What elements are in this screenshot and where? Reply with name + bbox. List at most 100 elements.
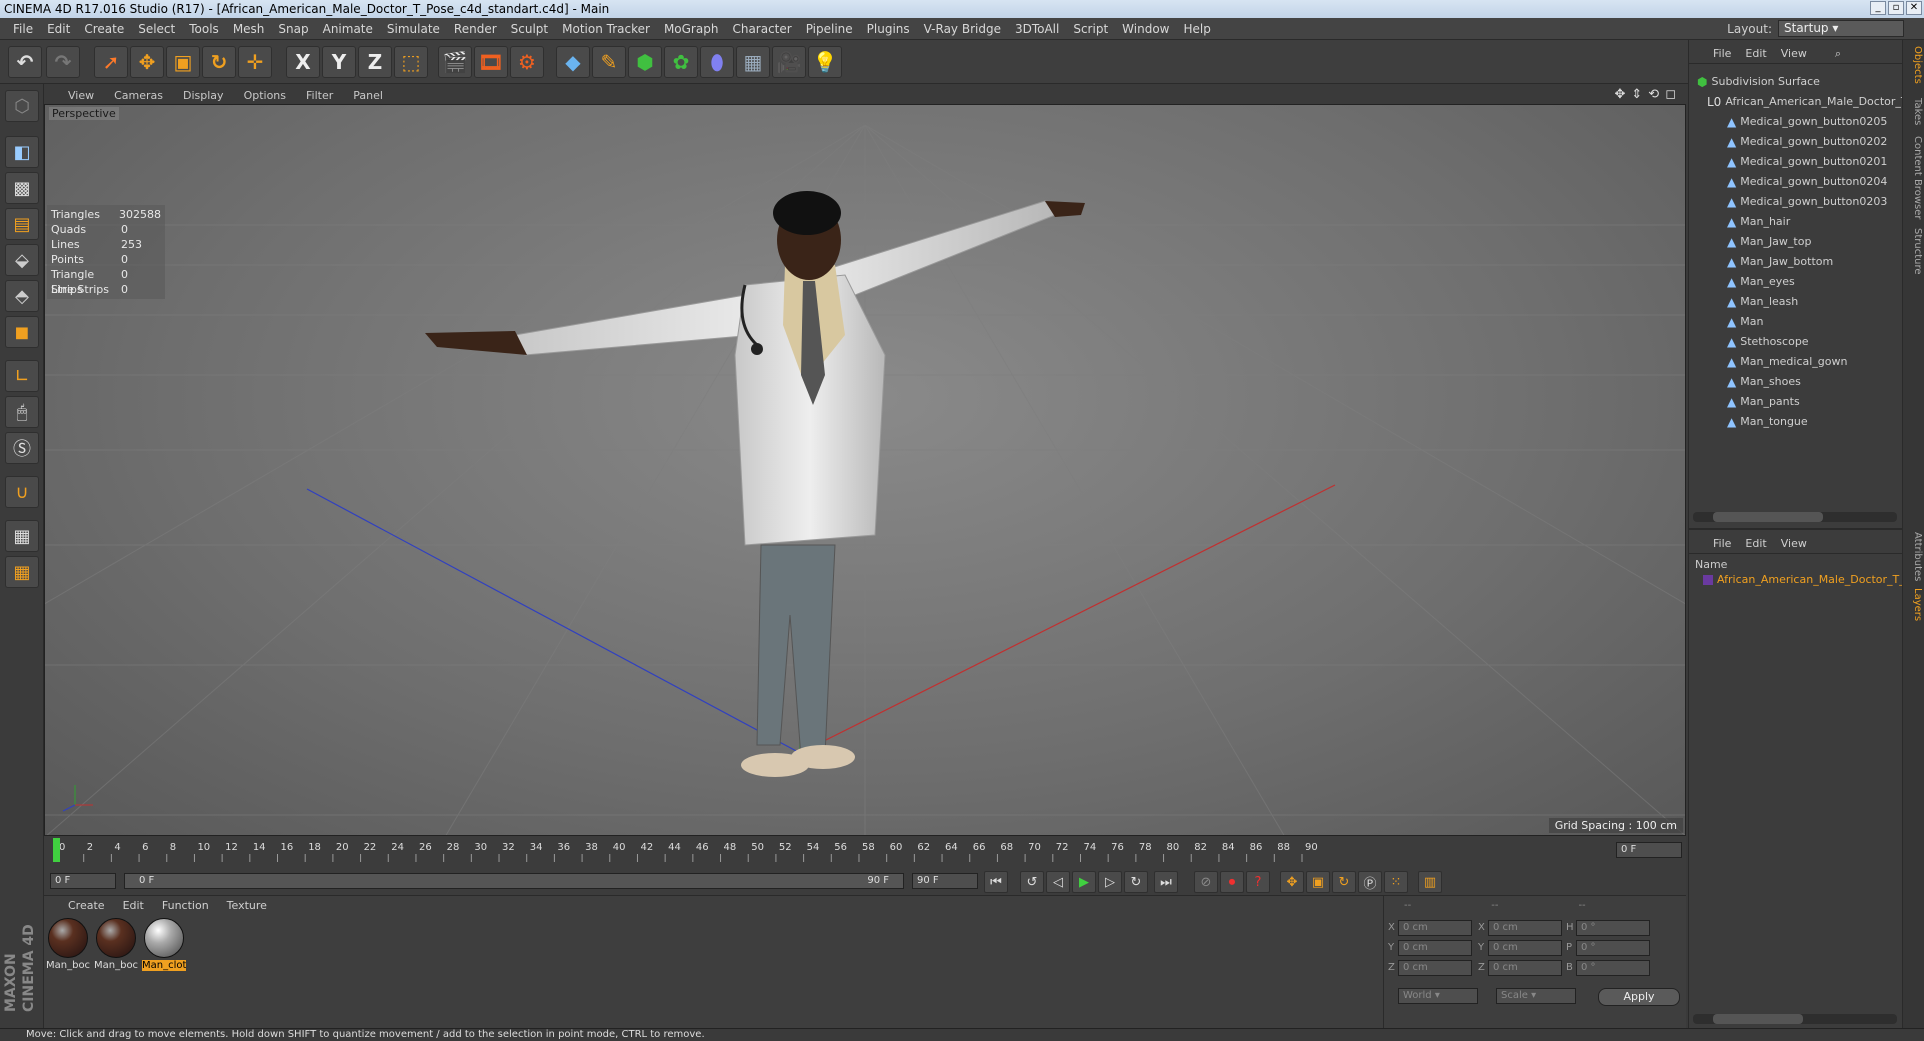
live-selection-icon[interactable]: ➚ xyxy=(94,46,128,78)
cloner-icon[interactable]: ✿ xyxy=(664,46,698,78)
viewport-menu-display[interactable]: Display xyxy=(183,89,224,102)
render-picture-viewer-icon[interactable]: 🎞 xyxy=(474,46,508,78)
rotate-tool-icon[interactable]: ↻ xyxy=(202,46,236,78)
key-position-icon[interactable]: ✥ xyxy=(1280,871,1304,893)
go-to-end-icon[interactable]: ⏭ xyxy=(1154,871,1178,893)
x-axis-lock-button[interactable]: X xyxy=(286,46,320,78)
menu-script[interactable]: Script xyxy=(1066,22,1115,36)
deformer-icon[interactable]: ⬮ xyxy=(700,46,734,78)
axis-mode-icon[interactable]: ∟ xyxy=(5,360,39,392)
viewport-menu-panel[interactable]: Panel xyxy=(353,89,383,102)
coord-value-field[interactable]: 0 ° xyxy=(1576,940,1650,956)
render-view-icon[interactable]: 🎬 xyxy=(438,46,472,78)
key-rotation-icon[interactable]: ↻ xyxy=(1332,871,1356,893)
tree-item-subdivision-surface[interactable]: ⬢ Subdivision Surface xyxy=(1697,72,1820,92)
tab-content-browser[interactable]: Content Browser xyxy=(1905,136,1923,219)
play-icon[interactable]: ▶ xyxy=(1072,871,1096,893)
tree-item[interactable]: ▲ Man_medical_gown xyxy=(1727,352,1847,372)
playhead-marker[interactable] xyxy=(53,838,60,862)
edges-mode-icon[interactable]: ⬘ xyxy=(5,280,39,312)
coord-value-field[interactable]: 0 cm xyxy=(1488,940,1562,956)
viewport-menu-filter[interactable]: Filter xyxy=(306,89,333,102)
layer-menu-view[interactable]: View xyxy=(1781,537,1807,550)
tweak-mode-icon[interactable]: 🖱 xyxy=(5,396,39,428)
tree-item[interactable]: ▲ Medical_gown_button0203 xyxy=(1727,192,1887,212)
key-scale-icon[interactable]: ▣ xyxy=(1306,871,1330,893)
tab-structure[interactable]: Structure xyxy=(1905,228,1923,275)
z-axis-lock-button[interactable]: Z xyxy=(358,46,392,78)
tree-item[interactable]: ▲ Man_hair xyxy=(1727,212,1790,232)
menu-motion-tracker[interactable]: Motion Tracker xyxy=(555,22,657,36)
model-mode-icon[interactable]: ◧ xyxy=(5,136,39,168)
tree-item[interactable]: ▲ Man_shoes xyxy=(1727,372,1801,392)
tree-item[interactable]: ▲ Man_eyes xyxy=(1727,272,1795,292)
start-frame-field[interactable]: 0 F xyxy=(50,873,116,889)
coord-value-field[interactable]: 0 cm xyxy=(1398,940,1472,956)
coord-value-field[interactable]: 0 cm xyxy=(1488,960,1562,976)
previous-key-icon[interactable]: ↺ xyxy=(1020,871,1044,893)
key-parameter-icon[interactable]: Ⓟ xyxy=(1358,871,1382,893)
camera-label[interactable]: Perspective xyxy=(49,107,119,120)
tree-item[interactable]: ▲ Medical_gown_button0205 xyxy=(1727,112,1887,132)
viewport-menu-cameras[interactable]: Cameras xyxy=(114,89,163,102)
tab-takes[interactable]: Takes xyxy=(1905,98,1923,125)
maximize-icon[interactable]: ▫ xyxy=(1888,1,1904,15)
layer-scrollbar[interactable] xyxy=(1693,1014,1897,1024)
perspective-viewport[interactable]: Perspective Triangles 302588 Quads 0 Lines 25… xyxy=(44,104,1686,836)
menu-3dtoall[interactable]: 3DToAll xyxy=(1008,22,1066,36)
material-swatch[interactable]: Man_boc xyxy=(46,918,90,971)
toggle-view-icon[interactable]: ◻ xyxy=(1665,87,1676,102)
orbit-icon[interactable]: ⟲ xyxy=(1648,87,1659,102)
layer-menu-file[interactable]: File xyxy=(1713,537,1731,550)
coord-value-field[interactable]: 0 cm xyxy=(1398,960,1472,976)
coord-value-field[interactable]: 0 cm xyxy=(1398,920,1472,936)
menu-snap[interactable]: Snap xyxy=(271,22,315,36)
minimize-icon[interactable]: _ xyxy=(1870,1,1886,15)
menu-mograph[interactable]: MoGraph xyxy=(657,22,726,36)
material-menu-texture[interactable]: Texture xyxy=(227,899,267,912)
material-menu-create[interactable]: Create xyxy=(68,899,105,912)
autokey-icon[interactable]: ⏺ xyxy=(1220,871,1244,893)
tree-item[interactable]: ▲ Stethoscope xyxy=(1727,332,1809,352)
material-swatch-selected[interactable]: Man_clot xyxy=(142,918,186,971)
menu-edit[interactable]: Edit xyxy=(40,22,77,36)
tree-item[interactable]: ▲ Man_pants xyxy=(1727,392,1800,412)
next-key-icon[interactable]: ↻ xyxy=(1124,871,1148,893)
tab-objects[interactable]: Objects xyxy=(1905,46,1923,84)
key-pla-icon[interactable]: ⁙ xyxy=(1384,871,1408,893)
scale-tool-icon[interactable]: ▣ xyxy=(166,46,200,78)
snapping-icon[interactable]: Ⓢ xyxy=(5,432,39,464)
object-menu-file[interactable]: File xyxy=(1713,47,1731,60)
menu-tools[interactable]: Tools xyxy=(182,22,226,36)
planar-workplane-icon[interactable]: ▦ xyxy=(5,556,39,588)
object-menu-edit[interactable]: Edit xyxy=(1745,47,1766,60)
go-to-start-icon[interactable]: ⏮ xyxy=(984,871,1008,893)
locked-workplane-icon[interactable]: ▦ xyxy=(5,520,39,552)
coordinate-system-icon[interactable]: ⬚ xyxy=(394,46,428,78)
workplane-mode-icon[interactable]: ▤ xyxy=(5,208,39,240)
record-keys-icon[interactable]: ⊘ xyxy=(1194,871,1218,893)
tree-item[interactable]: ▲ Medical_gown_button0202 xyxy=(1727,132,1887,152)
timeline-window-icon[interactable]: ▥ xyxy=(1418,871,1442,893)
apply-button[interactable]: Apply xyxy=(1598,988,1680,1006)
cube-primitive-icon[interactable]: ◆ xyxy=(556,46,590,78)
material-menu-function[interactable]: Function xyxy=(162,899,209,912)
tree-item[interactable]: ▲ Man_tongue xyxy=(1727,412,1808,432)
magnet-icon[interactable]: ∪ xyxy=(5,476,39,508)
floor-icon[interactable]: ▦ xyxy=(736,46,770,78)
keyframe-selection-icon[interactable]: ? xyxy=(1246,871,1270,893)
camera-icon[interactable]: 🎥 xyxy=(772,46,806,78)
menu-character[interactable]: Character xyxy=(725,22,798,36)
material-menu-edit[interactable]: Edit xyxy=(123,899,144,912)
menu-pipeline[interactable]: Pipeline xyxy=(799,22,860,36)
end-frame-field[interactable]: 90 F xyxy=(912,873,978,889)
menu-file[interactable]: File xyxy=(6,22,40,36)
last-tool-icon[interactable]: ✛ xyxy=(238,46,272,78)
menu-sculpt[interactable]: Sculpt xyxy=(504,22,555,36)
points-mode-icon[interactable]: ⬙ xyxy=(5,244,39,276)
move-tool-icon[interactable]: ✥ xyxy=(130,46,164,78)
object-menu-view[interactable]: View xyxy=(1781,47,1807,60)
menu-simulate[interactable]: Simulate xyxy=(380,22,447,36)
tree-item[interactable]: ▲ Man_leash xyxy=(1727,292,1798,312)
tree-item[interactable]: ▲ Man_Jaw_top xyxy=(1727,232,1811,252)
